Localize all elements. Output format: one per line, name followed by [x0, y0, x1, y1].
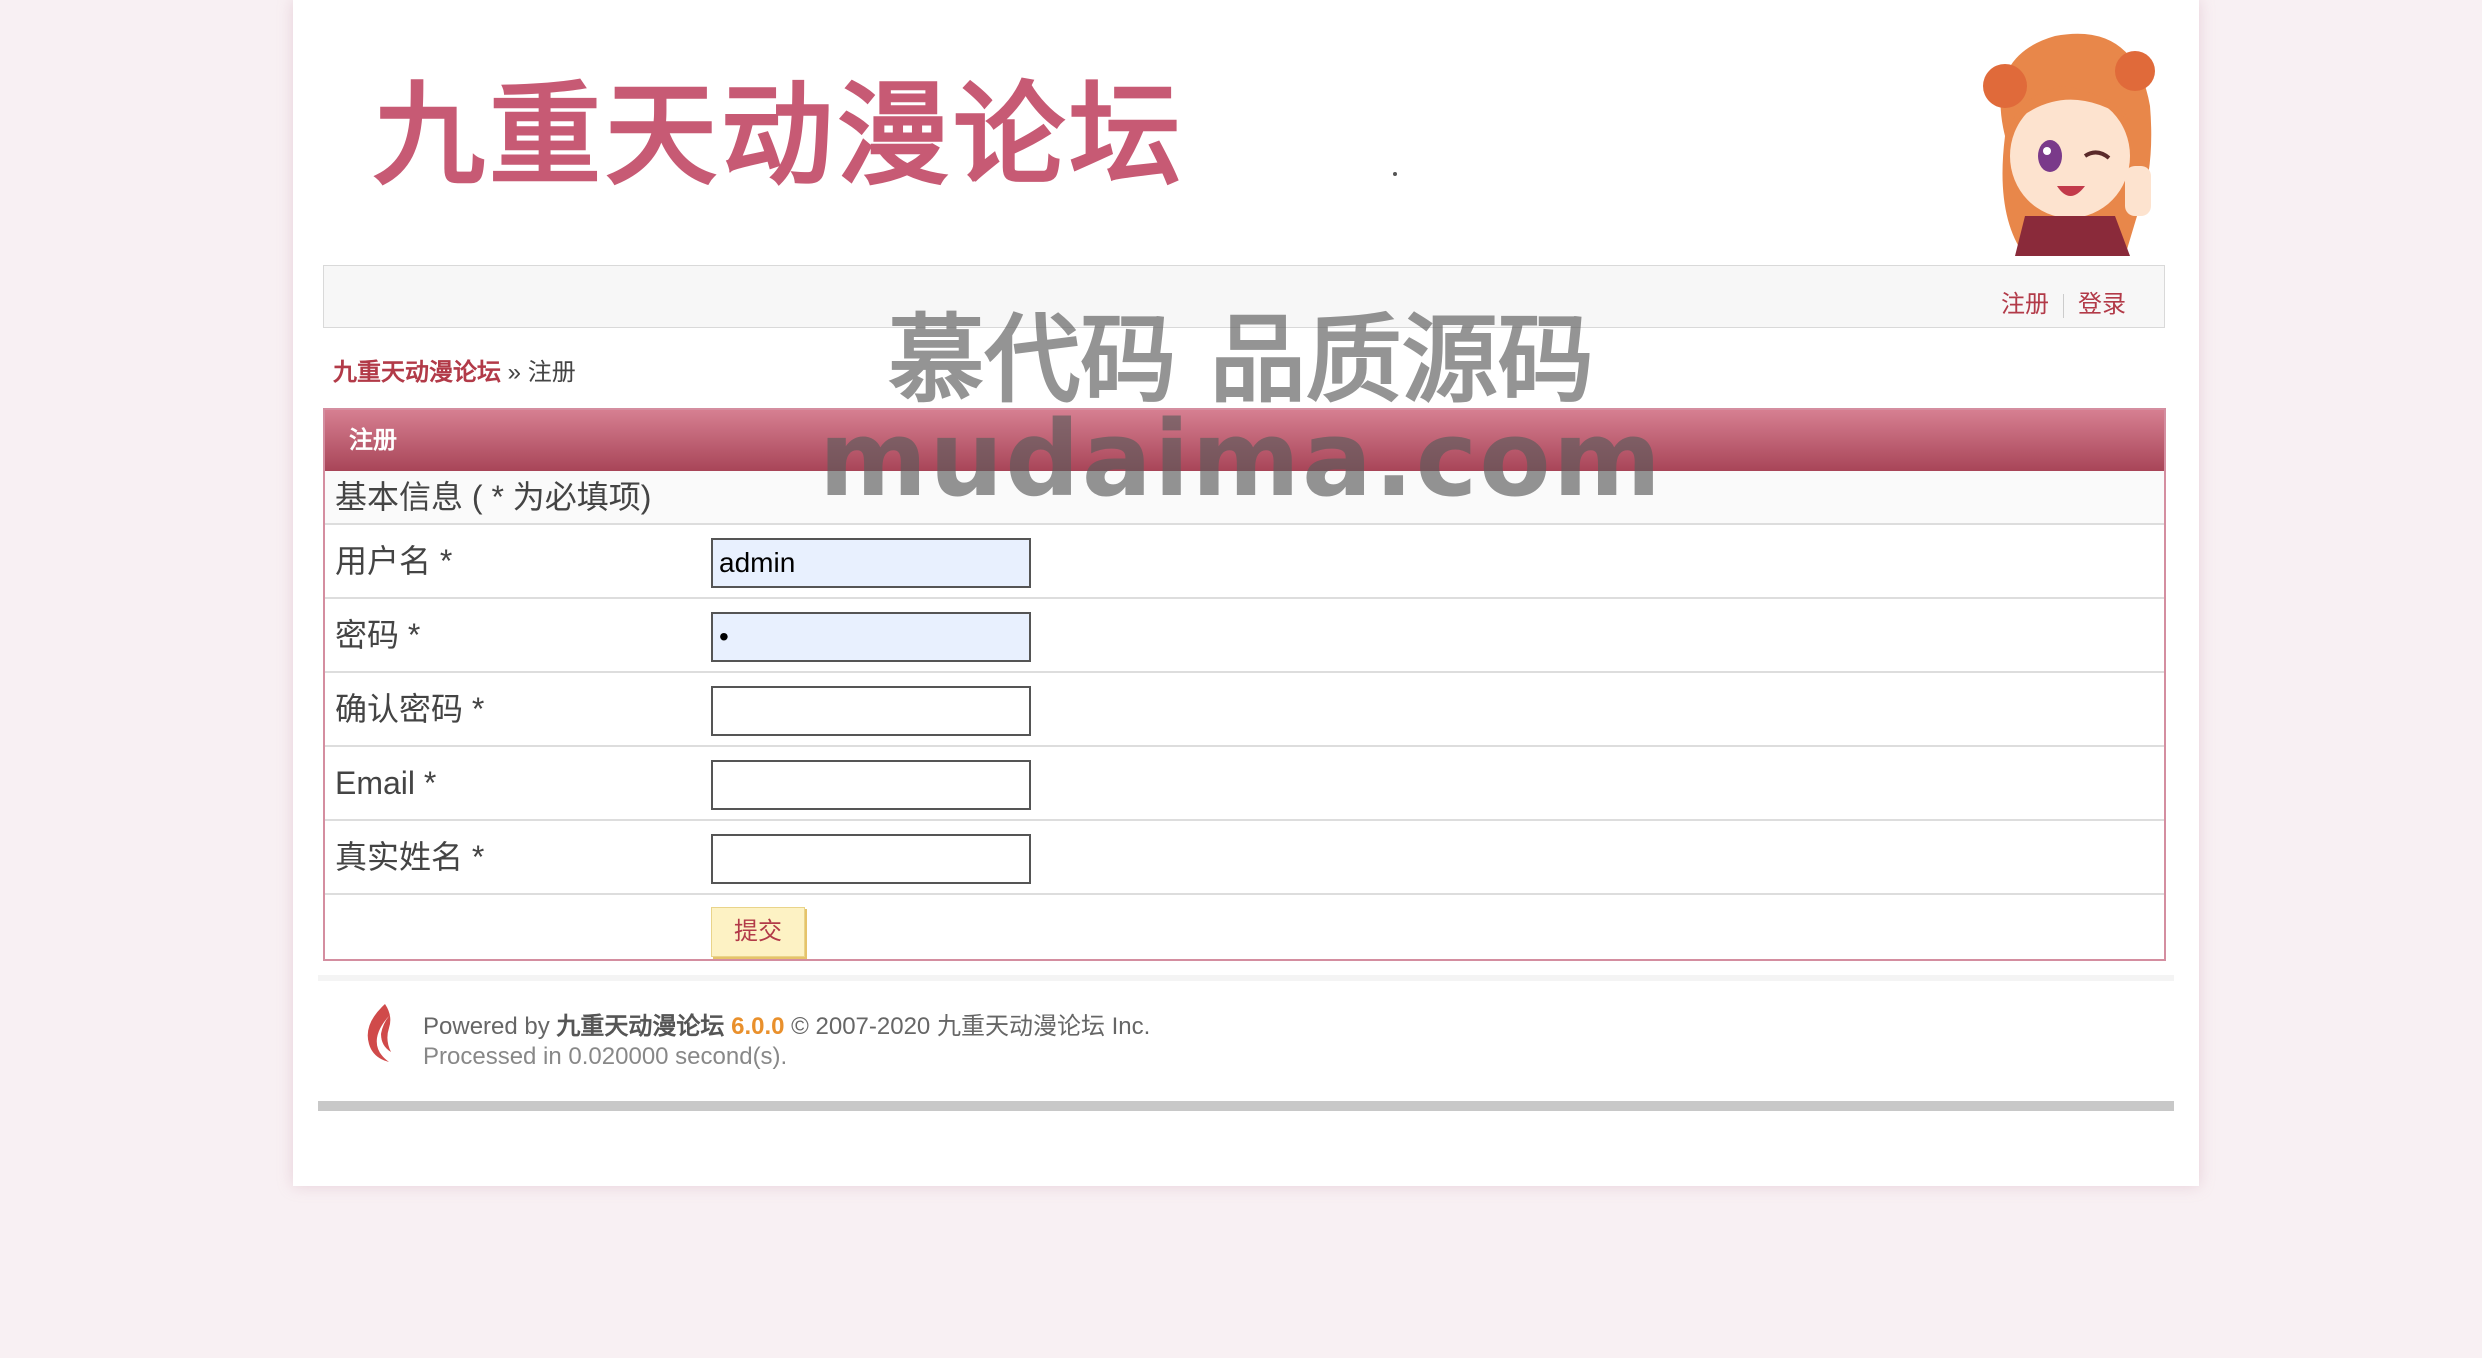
realname-label: 真实姓名 *: [335, 839, 485, 875]
forum-flame-icon: [367, 1004, 391, 1062]
footer-brand-link[interactable]: 九重天动漫论坛: [556, 1013, 724, 1040]
footer-credit: Powered by 九重天动漫论坛 6.0.0 © 2007-2020 九重天…: [423, 1006, 1150, 1041]
submit-button[interactable]: 提交: [711, 907, 805, 957]
mascot-image: [1983, 33, 2155, 256]
password-row: 密码 *: [325, 599, 2164, 673]
footer-divider-top: [318, 975, 2174, 981]
password-input[interactable]: [711, 612, 1031, 662]
confirm-password-label: 确认密码 *: [335, 691, 485, 727]
processed-time: Processed in 0.020000 second(s).: [423, 1043, 788, 1070]
realname-input[interactable]: [711, 834, 1031, 884]
password-label: 密码 *: [335, 617, 421, 653]
powered-by-text: Powered by: [423, 1013, 550, 1040]
watermark-line2: mudaima.com: [818, 398, 1664, 520]
submit-row: 提交: [325, 895, 2164, 965]
username-input[interactable]: [711, 538, 1031, 588]
email-row: Email *: [325, 747, 2164, 821]
email-input[interactable]: [711, 760, 1031, 810]
decorative-dot: [1393, 172, 1397, 176]
confirm-password-row: 确认密码 *: [325, 673, 2164, 747]
username-row: 用户名 *: [325, 525, 2164, 599]
username-label: 用户名 *: [335, 543, 453, 579]
footer-divider-bottom: [318, 1101, 2174, 1111]
email-label: Email *: [335, 765, 437, 801]
version-badge: 6.0.0: [731, 1013, 785, 1040]
forum-logo[interactable]: 九重天动漫论坛: [373, 66, 1185, 206]
confirm-password-input[interactable]: [711, 686, 1031, 736]
realname-row: 真实姓名 *: [325, 821, 2164, 895]
copyright-text: © 2007-2020 九重天动漫论坛 Inc.: [791, 1013, 1151, 1040]
page-container: 九重天动漫论坛 注册 登录 九重天动漫论坛 » 注册 注册 基本信息 ( * 为必…: [293, 0, 2199, 1186]
